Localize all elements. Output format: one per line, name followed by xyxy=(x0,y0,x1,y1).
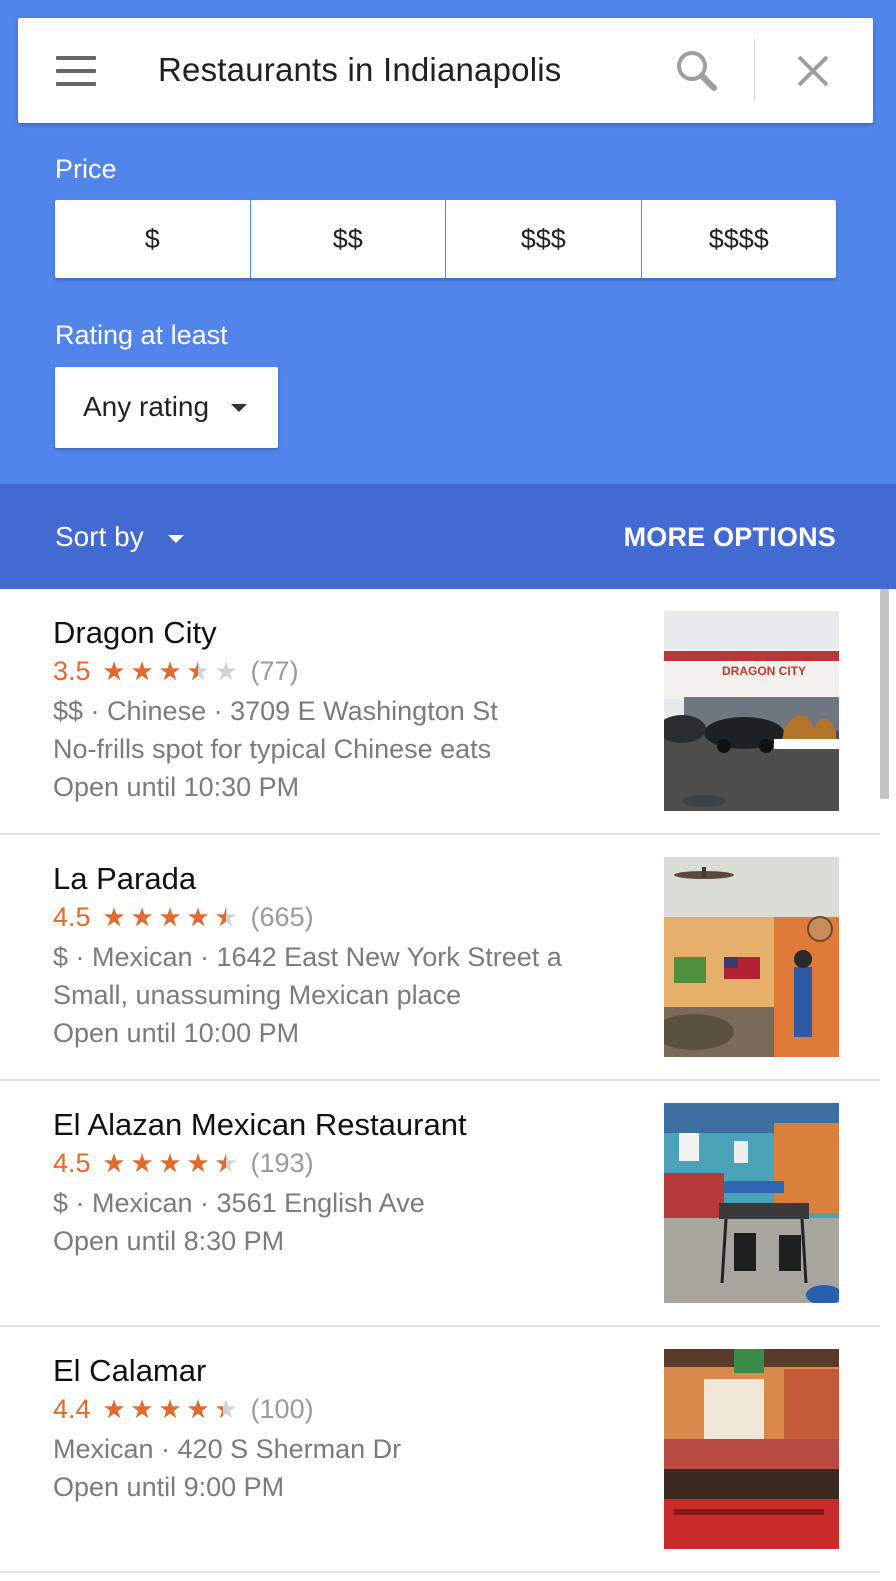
price-option-2[interactable]: $$ xyxy=(249,200,446,278)
rating-dropdown[interactable]: Any rating xyxy=(55,367,278,448)
result-hours: Open until 10:30 PM xyxy=(53,772,300,802)
star-icon: ★★ xyxy=(102,655,126,686)
star-icon: ★★ xyxy=(102,1147,126,1178)
star-icon: ★★ xyxy=(186,1147,210,1178)
rating-score: 4.4 xyxy=(53,1393,91,1424)
result-name: El Calamar xyxy=(53,1353,207,1388)
result-photo[interactable] xyxy=(664,857,839,1057)
star-icon: ★★ xyxy=(214,1147,238,1178)
price-filter: $ $$ $$$ $$$$ xyxy=(55,200,836,278)
rating-score: 3.5 xyxy=(53,655,91,686)
result-rating: 4.5 ★★★★★★★★★★ (193) xyxy=(53,1145,314,1181)
star-rating: ★★★★★★★★★★ xyxy=(101,655,241,686)
search-bar: Restaurants in Indianapolis xyxy=(18,18,873,123)
star-icon: ★★ xyxy=(158,655,182,686)
review-count: (100) xyxy=(250,1393,314,1424)
price-option-1[interactable]: $ xyxy=(55,200,250,278)
results-list: Dragon City 3.5 ★★★★★★★★★★ (77) $$ · Chi… xyxy=(0,589,880,1581)
sort-bar: Sort by MORE OPTIONS xyxy=(0,484,896,589)
star-icon: ★★ xyxy=(186,655,210,686)
filter-panel: Restaurants in Indianapolis Price $ $$ $… xyxy=(0,0,896,484)
star-rating: ★★★★★★★★★★ xyxy=(101,1147,241,1178)
result-hours: Open until 10:00 PM xyxy=(53,1018,300,1048)
price-option-3[interactable]: $$$ xyxy=(445,200,641,278)
scrollbar[interactable] xyxy=(880,589,889,799)
sort-by-button[interactable]: Sort by xyxy=(55,517,184,557)
star-icon: ★★ xyxy=(158,901,182,932)
price-option-4[interactable]: $$$$ xyxy=(640,200,837,278)
price-label: Price xyxy=(55,154,117,184)
star-icon: ★★ xyxy=(130,1393,154,1424)
rating-label: Rating at least xyxy=(55,320,228,350)
result-item[interactable]: El Calamar 4.4 ★★★★★★★★★★ (100) Mexican … xyxy=(0,1327,880,1573)
result-details: $ · Mexican · 1642 East New York Street … xyxy=(53,942,562,972)
star-icon: ★★ xyxy=(186,901,210,932)
result-details: $$ · Chinese · 3709 E Washington St xyxy=(53,696,498,726)
star-icon: ★★ xyxy=(214,655,238,686)
star-icon: ★★ xyxy=(158,1147,182,1178)
menu-icon[interactable] xyxy=(56,56,96,86)
star-rating: ★★★★★★★★★★ xyxy=(101,901,241,932)
result-name: La Parada xyxy=(53,861,197,896)
result-description: Open until 8:30 PM xyxy=(53,1226,285,1256)
search-icon[interactable] xyxy=(674,48,720,94)
star-icon: ★★ xyxy=(186,1393,210,1424)
result-description: No-frills spot for typical Chinese eats xyxy=(53,734,492,764)
result-details: Mexican · 420 S Sherman Dr xyxy=(53,1434,402,1464)
sign-text: DRAGON CITY xyxy=(722,664,806,678)
star-icon: ★★ xyxy=(130,1147,154,1178)
result-item[interactable]: Dragon City 3.5 ★★★★★★★★★★ (77) $$ · Chi… xyxy=(0,589,880,835)
result-details: $ · Mexican · 3561 English Ave xyxy=(53,1188,425,1218)
result-description: Open until 9:00 PM xyxy=(53,1472,285,1502)
star-icon: ★★ xyxy=(214,1393,238,1424)
result-photo[interactable] xyxy=(664,1103,839,1303)
star-icon: ★★ xyxy=(102,1393,126,1424)
result-photo[interactable] xyxy=(664,1349,839,1549)
star-icon: ★★ xyxy=(130,655,154,686)
result-rating: 4.5 ★★★★★★★★★★ (665) xyxy=(53,899,314,935)
result-description: Small, unassuming Mexican place xyxy=(53,980,462,1010)
result-rating: 4.4 ★★★★★★★★★★ (100) xyxy=(53,1391,314,1427)
result-name: El Alazan Mexican Restaurant xyxy=(53,1107,467,1142)
search-input[interactable]: Restaurants in Indianapolis xyxy=(158,50,561,90)
sort-by-label: Sort by xyxy=(55,521,144,552)
star-icon: ★★ xyxy=(214,901,238,932)
rating-score: 4.5 xyxy=(53,1147,91,1178)
result-item[interactable]: La Parada 4.5 ★★★★★★★★★★ (665) $ · Mexic… xyxy=(0,835,880,1081)
result-item[interactable]: El Alazan Mexican Restaurant 4.5 ★ ★ ★ ★ ★ ★ ★… xyxy=(0,1081,880,1327)
review-count: (193) xyxy=(250,1147,314,1178)
result-rating: 3.5 ★★★★★★★★★★ (77) xyxy=(53,653,299,689)
more-options-button[interactable]: MORE OPTIONS xyxy=(624,517,836,557)
chevron-down-icon xyxy=(167,535,184,543)
rating-score: 4.5 xyxy=(53,901,91,932)
star-icon: ★★ xyxy=(158,1393,182,1424)
dropdown-caret-icon xyxy=(231,404,247,412)
close-icon[interactable] xyxy=(792,50,834,92)
star-icon: ★★ xyxy=(130,901,154,932)
result-name: Dragon City xyxy=(53,615,217,650)
star-rating: ★★★★★★★★★★ xyxy=(101,1393,241,1424)
star-icon: ★★ xyxy=(102,901,126,932)
review-count: (77) xyxy=(250,655,299,686)
result-photo[interactable]: DRAGON CITY xyxy=(664,611,839,811)
rating-dropdown-value: Any rating xyxy=(83,391,210,422)
review-count: (665) xyxy=(250,901,314,932)
search-divider xyxy=(754,38,755,100)
